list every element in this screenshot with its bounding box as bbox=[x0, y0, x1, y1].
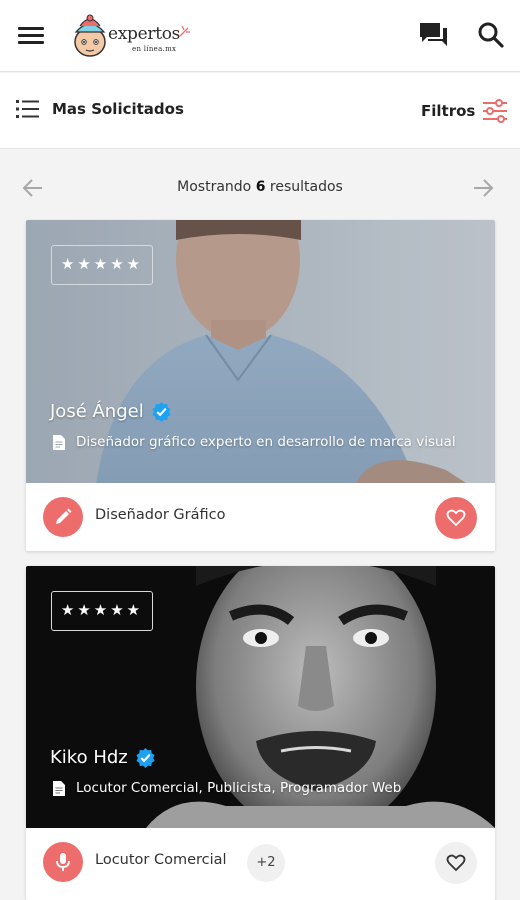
brand-subtitle: en línea.mx bbox=[132, 45, 177, 53]
microphone-icon bbox=[43, 842, 83, 882]
expert-name[interactable]: José Ángel bbox=[50, 401, 144, 422]
favorite-button[interactable] bbox=[435, 497, 477, 539]
chat-bubbles-icon[interactable] bbox=[418, 20, 450, 50]
card-footer: Locutor Comercial +2 bbox=[26, 828, 495, 896]
filters-button[interactable]: Filtros bbox=[412, 93, 508, 129]
brand-logo[interactable]: expertos en línea.mx bbox=[70, 12, 200, 60]
expert-card[interactable]: ★★★★★ José Ángel Diseñador gráfico exper… bbox=[26, 220, 495, 551]
mascot-logo-icon bbox=[74, 14, 106, 57]
expert-card[interactable]: ★★★★★ Kiko Hdz Locutor Comercial, Public… bbox=[26, 566, 495, 900]
expert-description: Locutor Comercial, Publicista, Programad… bbox=[76, 780, 402, 796]
document-icon bbox=[53, 780, 65, 796]
verified-badge-icon bbox=[136, 747, 155, 768]
category-label: Diseñador Gráfico bbox=[95, 507, 226, 523]
sliders-icon bbox=[483, 99, 507, 123]
results-count: Mostrando 6 resultados bbox=[177, 179, 343, 195]
heart-icon bbox=[446, 509, 466, 527]
expert-photo[interactable]: ★★★★★ Kiko Hdz Locutor Comercial, Public… bbox=[26, 566, 495, 828]
star-rating: ★★★★★ bbox=[51, 245, 153, 285]
arrow-right-icon[interactable] bbox=[472, 178, 494, 198]
favorite-button[interactable] bbox=[435, 842, 477, 884]
expert-description: Diseñador gráfico experto en desarrollo … bbox=[76, 434, 456, 450]
expert-name[interactable]: Kiko Hdz bbox=[50, 747, 128, 768]
document-icon bbox=[53, 434, 65, 450]
results-pager: Mostrando 6 resultados bbox=[0, 150, 520, 220]
card-footer: Diseñador Gráfico bbox=[26, 483, 495, 551]
brand-name: expertos bbox=[108, 24, 181, 44]
category-label: Locutor Comercial bbox=[95, 852, 227, 868]
search-icon[interactable] bbox=[476, 20, 506, 50]
filters-label: Filtros bbox=[421, 102, 476, 120]
sparkle-icon bbox=[179, 25, 190, 37]
hamburger-menu-icon[interactable] bbox=[16, 22, 46, 50]
heart-icon bbox=[446, 854, 466, 872]
verified-badge-icon bbox=[152, 401, 171, 422]
sort-filter-bar: Mas Solicitados Filtros bbox=[0, 73, 520, 149]
pencil-icon bbox=[43, 497, 83, 537]
app-bar: expertos en línea.mx bbox=[0, 0, 520, 72]
star-rating: ★★★★★ bbox=[51, 591, 153, 631]
extra-categories-badge[interactable]: +2 bbox=[247, 844, 285, 882]
sort-label[interactable]: Mas Solicitados bbox=[52, 100, 184, 118]
expert-photo[interactable]: ★★★★★ José Ángel Diseñador gráfico exper… bbox=[26, 220, 495, 483]
list-icon[interactable] bbox=[16, 99, 40, 119]
